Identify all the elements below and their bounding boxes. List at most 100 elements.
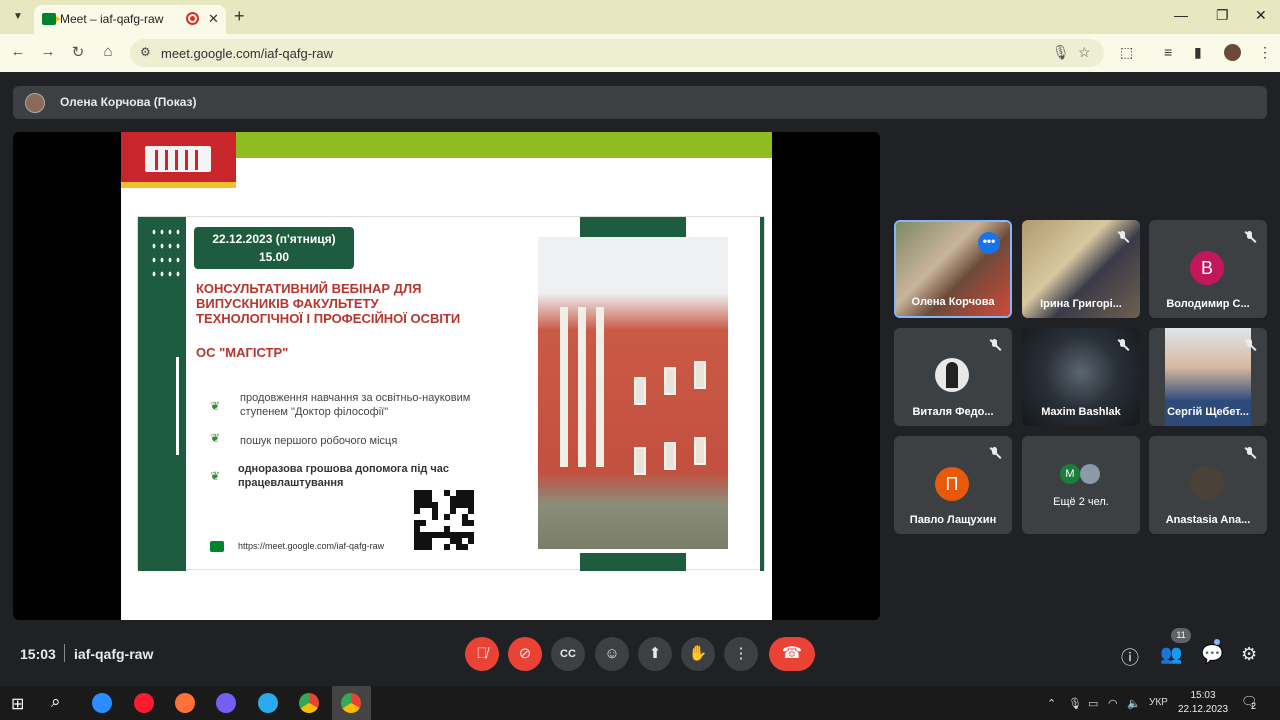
- menu-icon[interactable]: ⋮: [1258, 44, 1272, 61]
- mic-toggle-button[interactable]: 🎙̸: [465, 637, 499, 671]
- new-tab-button[interactable]: +: [234, 6, 245, 27]
- site-info-icon[interactable]: ⚙: [140, 45, 151, 59]
- volume-icon[interactable]: 🔈: [1127, 697, 1141, 710]
- qr-module: [468, 508, 474, 514]
- participant-tile[interactable]: Maxim Bashlak: [1022, 328, 1140, 426]
- present-screen-button[interactable]: ⬆: [638, 637, 672, 671]
- qr-module: [414, 508, 420, 514]
- leaf-icon: ❦: [210, 399, 221, 413]
- profile-avatar[interactable]: [1224, 44, 1241, 61]
- meeting-link: https://meet.google.com/iaf-qafg-raw: [238, 541, 385, 551]
- raise-hand-button[interactable]: ✋: [681, 637, 715, 671]
- windows-start-icon[interactable]: ⊞: [11, 694, 24, 714]
- close-window-button[interactable]: ✕: [1255, 7, 1267, 24]
- chat-icon[interactable]: 💬: [1201, 644, 1223, 665]
- participant-name: Ірина Григорі...: [1040, 298, 1122, 310]
- leave-call-button[interactable]: ☎: [769, 637, 815, 671]
- qr-module: [468, 520, 474, 526]
- zoom-app-icon[interactable]: [92, 693, 112, 713]
- tab-close-icon[interactable]: ✕: [208, 11, 219, 27]
- bookmark-star-icon[interactable]: ☆: [1078, 44, 1091, 61]
- minimize-button[interactable]: —: [1174, 7, 1188, 23]
- chrome-active-app-icon[interactable]: [341, 693, 361, 713]
- presenter-bar: Олена Корчова (Показ): [13, 86, 1267, 119]
- back-button[interactable]: ←: [8, 43, 28, 60]
- qr-module: [462, 544, 468, 550]
- browser-tab-strip: ▼ Meet – iaf-qafg-raw ✕ + — ❐ ✕: [0, 0, 1280, 34]
- meeting-info-icon[interactable]: ⓘ: [1121, 644, 1139, 670]
- more-participants-tile[interactable]: М Ещё 2 чел.: [1022, 436, 1140, 534]
- participant-tile[interactable]: Виталя Федо...: [894, 328, 1012, 426]
- address-bar[interactable]: ⚙ meet.google.com/iaf-qafg-raw 🎙 ☆: [130, 39, 1104, 67]
- windows-taskbar: ⊞ ⌕ ⌃ 🎙 ▭ ◠ 🔈 УКР 15:03 22.12.2023 🗨 2: [0, 686, 1280, 720]
- input-language[interactable]: УКР: [1149, 697, 1168, 708]
- qr-module: [432, 514, 438, 520]
- forward-button[interactable]: →: [38, 43, 58, 60]
- search-icon[interactable]: ⌕: [51, 692, 61, 712]
- participant-tile[interactable]: В Володимир С...: [1149, 220, 1267, 318]
- participant-name: Олена Корчова: [911, 296, 995, 308]
- participant-avatar: В: [1190, 251, 1224, 285]
- participant-name: Володимир С...: [1166, 298, 1250, 310]
- slide-top-band: [236, 132, 772, 158]
- camera-toggle-button[interactable]: ⊘: [508, 637, 542, 671]
- opera-app-icon[interactable]: [134, 693, 154, 713]
- home-button[interactable]: ⌂: [98, 43, 118, 60]
- bullet-item: продовження навчання за освітньо-наукови…: [240, 391, 470, 419]
- participant-tile[interactable]: Ірина Григорі...: [1022, 220, 1140, 318]
- qr-module: [468, 538, 474, 544]
- participant-avatar: М: [1060, 464, 1080, 484]
- url-text: meet.google.com/iaf-qafg-raw: [161, 46, 333, 61]
- clock-date: 22.12.2023: [1177, 704, 1229, 715]
- more-options-icon[interactable]: •••: [978, 232, 1000, 254]
- firefox-app-icon[interactable]: [175, 693, 195, 713]
- system-clock[interactable]: 15:03 22.12.2023: [1175, 689, 1231, 717]
- leaf-icon: ❦: [210, 431, 221, 445]
- media-control-icon[interactable]: ≡: [1164, 44, 1172, 60]
- degree-subtitle: ОС "МАГІСТР": [196, 345, 289, 360]
- participant-name: Maxim Bashlak: [1041, 406, 1121, 418]
- captions-button[interactable]: CC: [551, 637, 585, 671]
- participant-avatar: [1080, 464, 1100, 484]
- mic-off-icon: [1243, 446, 1257, 460]
- mic-off-icon: [1243, 338, 1257, 352]
- participant-name: Сергій Щебет...: [1167, 406, 1249, 418]
- people-icon[interactable]: 👥: [1160, 644, 1182, 665]
- qr-module: [444, 544, 450, 550]
- participant-tile[interactable]: П Павло Лащухин: [894, 436, 1012, 534]
- university-building-photo: [538, 237, 728, 549]
- telegram-app-icon[interactable]: [258, 693, 278, 713]
- activities-icon[interactable]: ⚙: [1241, 644, 1257, 665]
- bullet-text: працевлаштування: [238, 477, 344, 489]
- qr-module: [420, 520, 426, 526]
- tray-mic-icon: 🎙: [1068, 698, 1082, 710]
- more-options-button[interactable]: ⋮: [724, 637, 758, 671]
- participant-tile[interactable]: Сергій Щебет...: [1149, 328, 1267, 426]
- tray-chevron-icon[interactable]: ⌃: [1047, 697, 1056, 710]
- wifi-icon[interactable]: ◠: [1108, 697, 1118, 710]
- reactions-button[interactable]: ☺: [595, 637, 629, 671]
- meet-logo-icon: [210, 541, 224, 552]
- browser-tab-meet[interactable]: Meet – iaf-qafg-raw ✕: [34, 5, 226, 34]
- webinar-title: КОНСУЛЬТАТИВНИЙ ВЕБІНАР ДЛЯ ВИПУСКНИКІВ …: [196, 281, 536, 326]
- reload-button[interactable]: ↻: [68, 43, 88, 61]
- viber-app-icon[interactable]: [216, 693, 236, 713]
- tab-title: Meet – iaf-qafg-raw: [60, 12, 164, 26]
- maximize-button[interactable]: ❐: [1216, 7, 1229, 24]
- participant-tile[interactable]: ••• Олена Корчова: [894, 220, 1012, 318]
- title-line: ТЕХНОЛОГІЧНОЇ І ПРОФЕСІЙНОЇ ОСВІТИ: [196, 311, 461, 326]
- participant-tile[interactable]: Anastasia Ana...: [1149, 436, 1267, 534]
- qr-code: [413, 489, 475, 551]
- qr-module: [450, 508, 456, 514]
- extensions-icon[interactable]: ⬚: [1120, 44, 1133, 61]
- participant-name: Anastasia Ana...: [1165, 514, 1251, 526]
- chrome-app-icon[interactable]: [299, 693, 319, 713]
- browser-toolbar: ← → ↻ ⌂ ⚙ meet.google.com/iaf-qafg-raw 🎙…: [0, 34, 1280, 72]
- tab-search-icon[interactable]: ▼: [8, 7, 28, 27]
- presenter-label: Олена Корчова (Показ): [60, 95, 197, 109]
- battery-icon[interactable]: ▭: [1088, 697, 1098, 710]
- side-panel-icon[interactable]: ▮: [1194, 44, 1202, 61]
- bullet-text: продовження навчання за освітньо-наукови…: [240, 392, 471, 404]
- mic-icon[interactable]: 🎙: [1052, 44, 1070, 61]
- participant-avatar: [935, 358, 969, 392]
